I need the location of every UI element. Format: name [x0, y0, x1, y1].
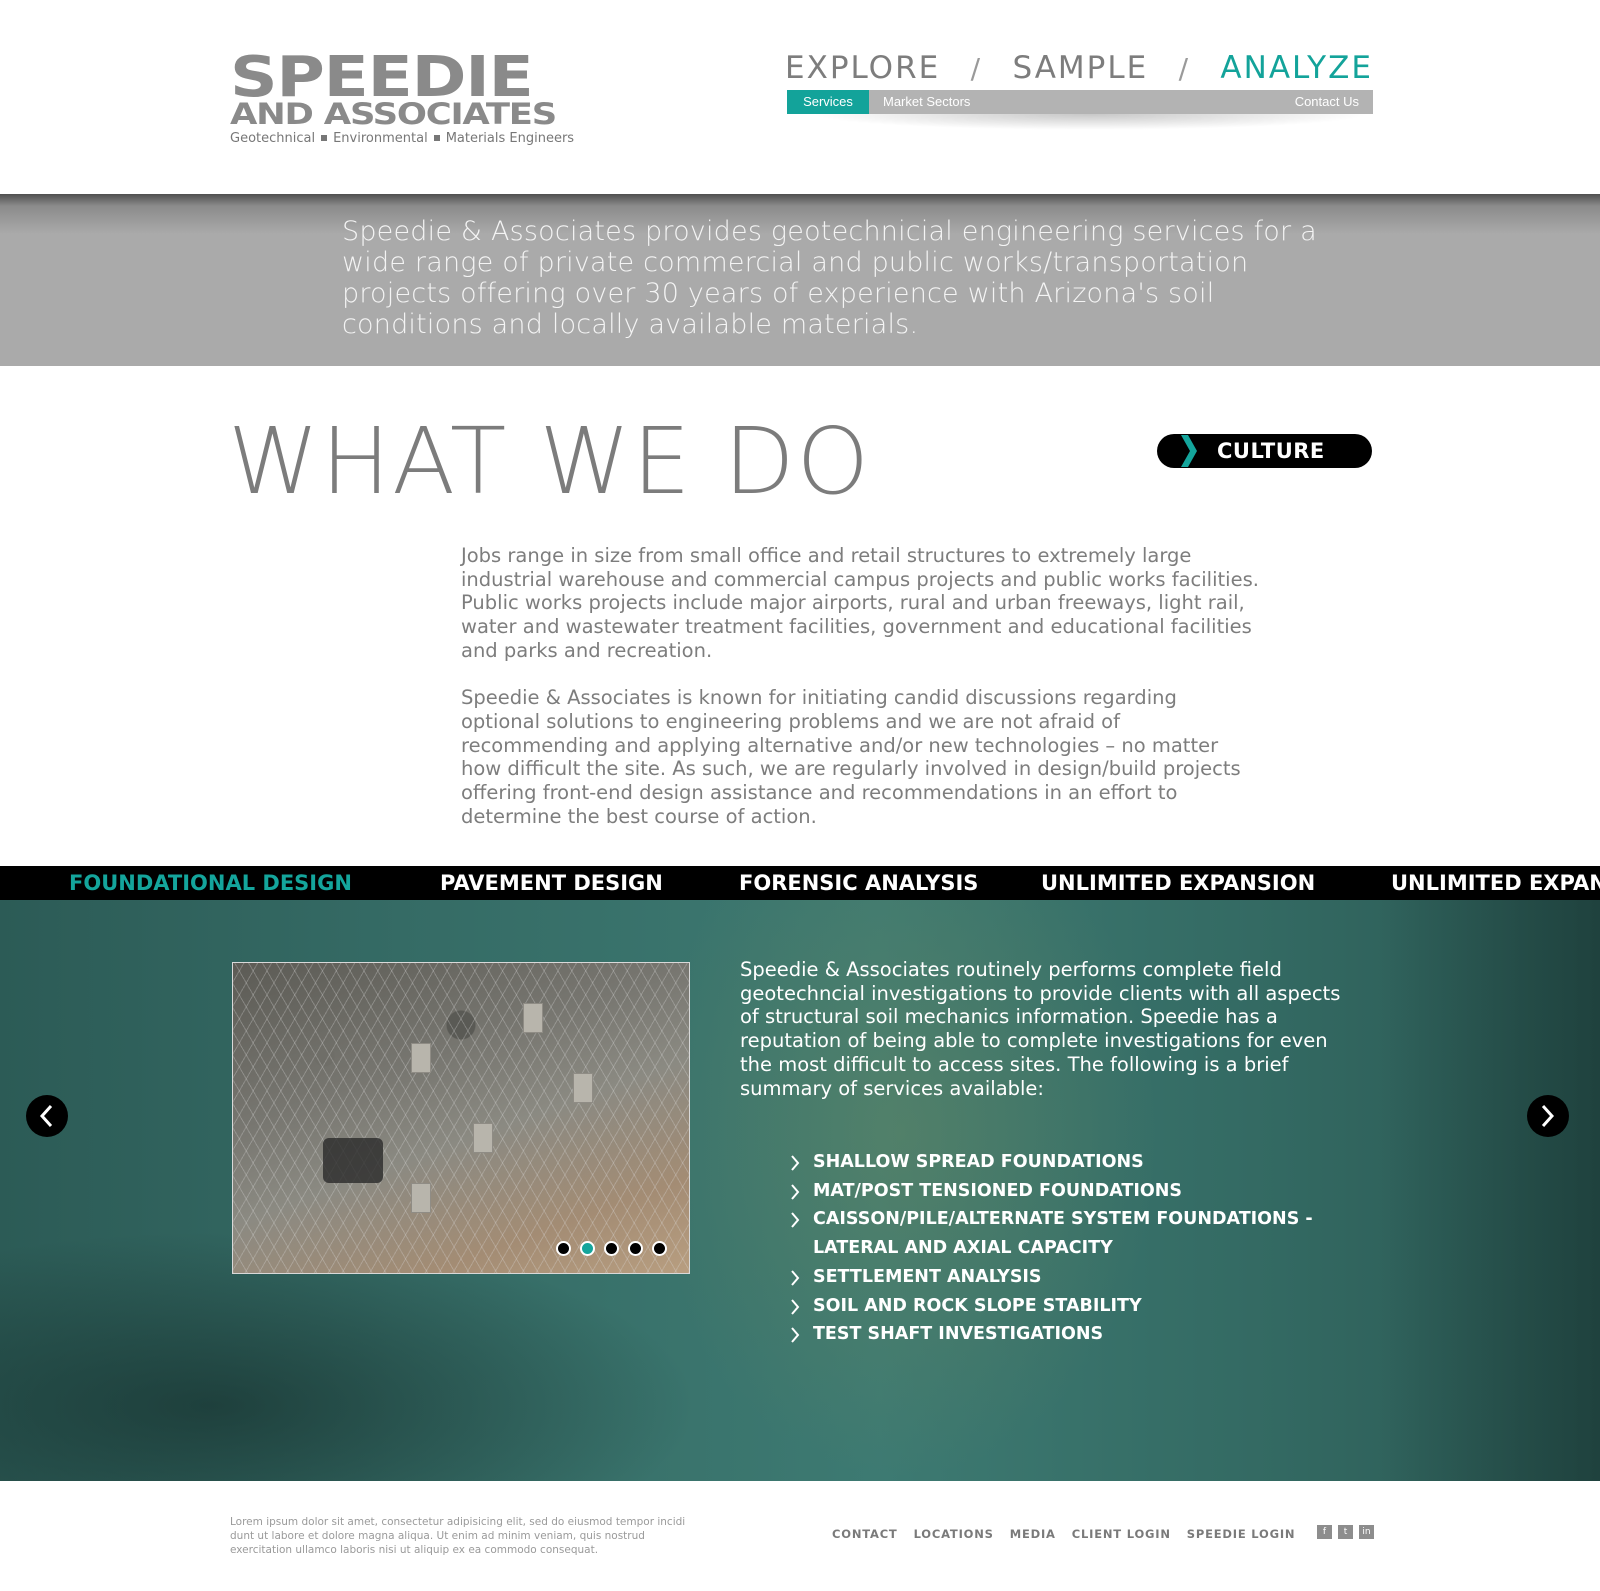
- chevron-right-icon: [1181, 435, 1197, 467]
- footer-nav: CONTACT LOCATIONS MEDIA CLIENT LOGIN SPE…: [832, 1527, 1295, 1541]
- chevron-right-icon: [791, 1212, 800, 1229]
- anchor-plate: [573, 1073, 593, 1103]
- nav-separator: /: [1178, 51, 1191, 85]
- facebook-icon[interactable]: f: [1317, 1525, 1332, 1539]
- service-list-item: CAISSON/PILE/ALTERNATE SYSTEM FOUNDATION…: [790, 1205, 1350, 1234]
- tagline-materials: Materials Engineers: [445, 131, 575, 146]
- anchor-plate: [411, 1043, 431, 1073]
- twitter-icon[interactable]: t: [1338, 1525, 1353, 1539]
- service-list-item: SHALLOW SPREAD FOUNDATIONS: [790, 1148, 1350, 1177]
- dark-debris: [323, 1138, 383, 1183]
- pagination-dot[interactable]: [628, 1241, 643, 1256]
- footer-link-locations[interactable]: LOCATIONS: [914, 1527, 994, 1541]
- service-name: LATERAL AND AXIAL CAPACITY: [813, 1238, 1113, 1259]
- tab-unlimited-expansion[interactable]: UNLIMITED EXPANSION: [1041, 866, 1315, 900]
- pagination-dot[interactable]: [604, 1241, 619, 1256]
- nav-sample[interactable]: SAMPLE: [1012, 50, 1148, 86]
- body-paragraph: Jobs range in size from small office and…: [461, 544, 1259, 662]
- service-list: SHALLOW SPREAD FOUNDATIONS MAT/POST TENSI…: [790, 1148, 1350, 1349]
- body-paragraph: Speedie & Associates is known for initia…: [461, 686, 1241, 828]
- tagline-geotechnical: Geotechnical: [230, 131, 316, 146]
- logo-tagline: Geotechnical Environmental Materials Engin…: [230, 131, 605, 146]
- anchor-plate: [473, 1123, 493, 1153]
- intro-text: Speedie & Associates provides geotechnic…: [342, 216, 1317, 340]
- anchor-plate: [411, 1183, 431, 1213]
- service-name: CAISSON/PILE/ALTERNATE SYSTEM FOUNDATION…: [813, 1209, 1313, 1230]
- tab-forensic-analysis[interactable]: FORENSIC ANALYSIS: [739, 866, 978, 900]
- panel-background: [1380, 900, 1600, 1481]
- pagination-dot[interactable]: [580, 1241, 595, 1256]
- service-list-item: TEST SHAFT INVESTIGATIONS: [790, 1320, 1350, 1349]
- main-nav: EXPLORE / SAMPLE / ANALYZE: [785, 48, 1373, 88]
- footer-text: Lorem ipsum dolor sit amet, consectetur …: [230, 1516, 686, 1556]
- linkedin-icon[interactable]: in: [1359, 1525, 1374, 1539]
- footer-link-speedie-login[interactable]: SPEEDIE LOGIN: [1187, 1527, 1296, 1541]
- pagination-dot[interactable]: [652, 1241, 667, 1256]
- tab-foundational-design[interactable]: FOUNDATIONAL DESIGN: [69, 866, 352, 900]
- subnav-shadow: [810, 114, 1370, 130]
- tab-pavement-design[interactable]: PAVEMENT DESIGN: [440, 866, 663, 900]
- subnav-tab-services[interactable]: Services: [787, 90, 869, 114]
- tagline-environmental: Environmental: [333, 131, 428, 146]
- chevron-right-icon: [791, 1270, 800, 1286]
- pagination-dot[interactable]: [556, 1241, 571, 1256]
- service-name: MAT/POST TENSIONED FOUNDATIONS: [813, 1180, 1182, 1201]
- services-tab-strip: FOUNDATIONAL DESIGN PAVEMENT DESIGN FORE…: [0, 866, 1600, 900]
- chevron-right-icon: [791, 1184, 800, 1200]
- service-list-item: LATERAL AND AXIAL CAPACITY: [790, 1234, 1350, 1263]
- chevron-right-icon: [1541, 1105, 1554, 1127]
- page-title: WHAT WE DO: [228, 408, 871, 515]
- footer-link-client-login[interactable]: CLIENT LOGIN: [1072, 1527, 1171, 1541]
- intro-band: Speedie & Associates provides geotechnic…: [0, 194, 1600, 366]
- next-slide-button[interactable]: [1527, 1095, 1569, 1137]
- service-list-item: SOIL AND ROCK SLOPE STABILITY: [790, 1292, 1350, 1321]
- what-we-do-copy: Jobs range in size from small office and…: [461, 544, 1261, 828]
- chevron-right-icon: [791, 1298, 800, 1315]
- culture-button[interactable]: CULTURE: [1157, 434, 1372, 468]
- slide-pagination: [556, 1241, 667, 1256]
- logo[interactable]: SPEEDIE AND ASSOCIATES Geotechnical Envir…: [230, 50, 605, 147]
- gabion-mesh: [233, 963, 689, 1273]
- footer-link-media[interactable]: MEDIA: [1010, 1527, 1056, 1541]
- logo-subwordmark: AND ASSOCIATES: [230, 97, 557, 131]
- chevron-left-icon: [39, 1105, 53, 1127]
- service-list-item: MAT/POST TENSIONED FOUNDATIONS: [790, 1177, 1350, 1206]
- nav-analyze[interactable]: ANALYZE: [1220, 50, 1373, 86]
- footer-link-contact[interactable]: CONTACT: [832, 1527, 898, 1541]
- slide-image: [232, 962, 690, 1274]
- service-list-item: SETTLEMENT ANALYSIS: [790, 1263, 1350, 1292]
- bullet-square-icon: [321, 134, 328, 141]
- service-name: SHALLOW SPREAD FOUNDATIONS: [813, 1152, 1144, 1172]
- panel-description: Speedie & Associates routinely performs …: [740, 958, 1341, 1100]
- service-name: SETTLEMENT ANALYSIS: [813, 1266, 1042, 1287]
- sub-nav: Services Market Sectors Contact Us: [787, 90, 1373, 114]
- nav-explore[interactable]: EXPLORE: [785, 50, 940, 86]
- tab-unlimited-expansion-2[interactable]: UNLIMITED EXPANSION: [1391, 866, 1600, 900]
- prev-slide-button[interactable]: [26, 1095, 68, 1137]
- nav-separator: /: [970, 51, 983, 85]
- service-name: SOIL AND ROCK SLOPE STABILITY: [813, 1295, 1142, 1316]
- social-links: f t in: [1317, 1525, 1374, 1539]
- culture-button-label: CULTURE: [1217, 439, 1325, 463]
- subnav-contact-us[interactable]: Contact Us: [1281, 90, 1373, 114]
- subnav-tab-market-sectors[interactable]: Market Sectors: [869, 90, 984, 114]
- service-name: TEST SHAFT INVESTIGATIONS: [813, 1324, 1104, 1345]
- chevron-right-icon: [791, 1327, 800, 1343]
- logo-wordmark: SPEEDIE: [230, 45, 534, 110]
- anchor-plate: [523, 1003, 543, 1033]
- chevron-right-icon: [791, 1155, 800, 1171]
- bullet-square-icon: [433, 134, 440, 141]
